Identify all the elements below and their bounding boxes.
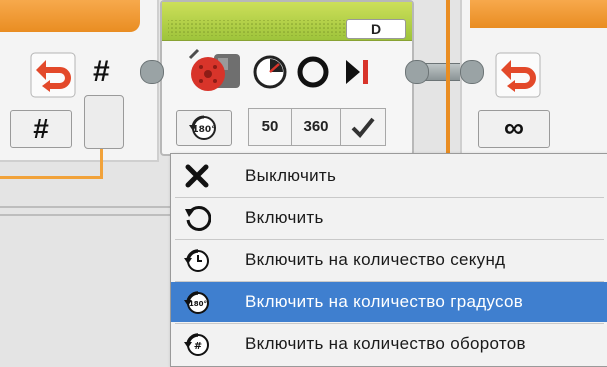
- menu-item-on[interactable]: Включить: [171, 198, 607, 238]
- loop-mode-button[interactable]: ∞: [478, 110, 550, 148]
- loop-interrupt-header: [0, 0, 140, 32]
- medium-motor-block[interactable]: D 180° 50 360: [160, 0, 414, 156]
- sequence-plug: [405, 60, 429, 84]
- loop-block-header: [470, 0, 607, 28]
- medium-motor-icon: [184, 46, 244, 94]
- stop-x-icon: [183, 162, 211, 190]
- sequence-plug: [460, 60, 484, 84]
- rotate-degrees-icon: 180°: [183, 288, 211, 316]
- loop-icon: [495, 52, 541, 98]
- hash-symbol: #: [93, 55, 110, 88]
- brake-at-end-icon: [340, 54, 376, 90]
- degrees-input[interactable]: 360: [291, 108, 341, 146]
- loop-interrupt-icon: [30, 52, 76, 98]
- block-outline-line: [0, 206, 170, 208]
- sequence-plug: [140, 60, 164, 84]
- menu-item-on-degrees[interactable]: 180° Включить на количество градусов: [171, 282, 607, 322]
- rotate-degrees-icon: 180°: [189, 115, 216, 140]
- checkmark-icon: [351, 117, 375, 138]
- block-outline-line: [0, 214, 170, 216]
- menu-item-on-rotations[interactable]: # Включить на количество оборотов: [171, 324, 607, 364]
- menu-item-off[interactable]: Выключить: [171, 156, 607, 196]
- rotate-on-icon: [183, 204, 212, 232]
- menu-item-label: Включить на количество оборотов: [245, 334, 526, 353]
- loop-name-button[interactable]: #: [10, 110, 72, 148]
- power-input[interactable]: 50: [248, 108, 292, 146]
- port-selector[interactable]: D: [346, 19, 406, 39]
- sequence-line: [446, 0, 450, 160]
- svg-text:180°: 180°: [192, 125, 215, 135]
- power-gauge-icon: [252, 54, 288, 90]
- motor-block-header: D: [162, 2, 412, 41]
- mode-selector-button[interactable]: 180°: [176, 110, 232, 146]
- degrees-circle-icon: [295, 54, 331, 90]
- brake-checkbox[interactable]: [340, 108, 386, 146]
- rotate-rotations-icon: #: [183, 330, 211, 358]
- svg-text:180°: 180°: [189, 300, 207, 308]
- menu-item-label: Выключить: [245, 166, 337, 185]
- data-input-plug[interactable]: [84, 95, 124, 149]
- menu-item-on-seconds[interactable]: Включить на количество секунд: [171, 240, 607, 280]
- rotate-seconds-icon: [183, 246, 211, 274]
- svg-text:#: #: [194, 341, 202, 352]
- menu-item-label: Включить на количество градусов: [245, 292, 524, 311]
- menu-item-label: Включить: [245, 208, 324, 227]
- menu-item-label: Включить на количество секунд: [245, 250, 506, 269]
- motor-mode-menu: Выключить Включить Включить на количеств…: [170, 153, 607, 367]
- data-wire: [0, 176, 103, 179]
